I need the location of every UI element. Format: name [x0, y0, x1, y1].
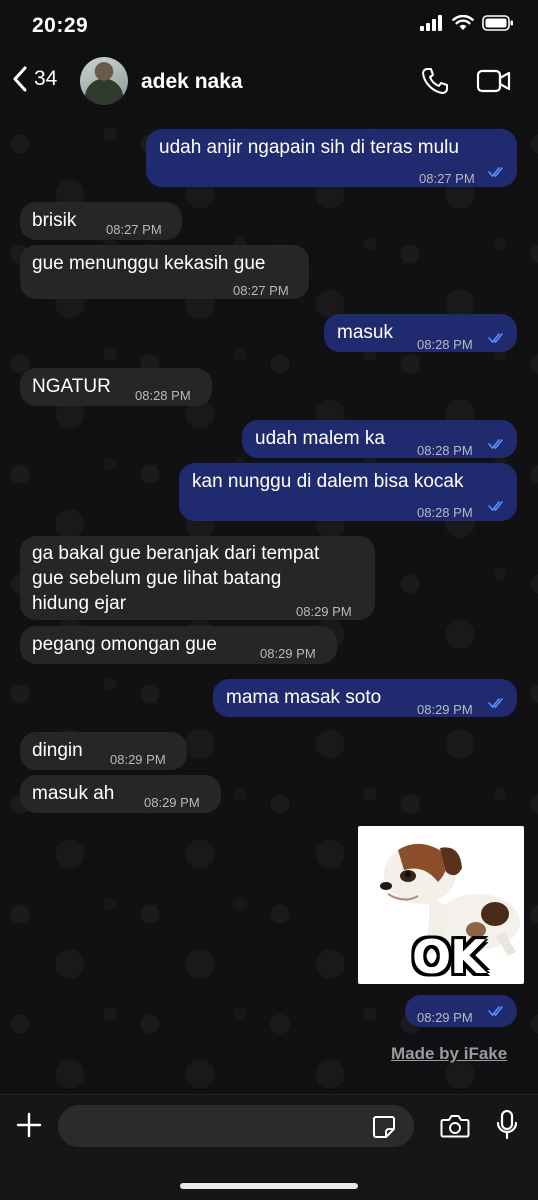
status-time: 20:29	[32, 14, 89, 37]
unread-count: 34	[34, 67, 58, 90]
battery-icon	[482, 15, 513, 31]
message-outgoing[interactable]: mama masak soto 08:29 PM	[213, 679, 517, 717]
message-text: masuk	[337, 322, 393, 343]
message-text: pegang omongan gue	[32, 634, 217, 655]
message-input[interactable]	[58, 1105, 414, 1147]
message-text-line: hidung ejar	[32, 593, 127, 614]
plus-icon[interactable]	[15, 1111, 43, 1139]
double-check-icon	[488, 1006, 503, 1017]
message-incoming[interactable]: NGATUR 08:28 PM	[20, 368, 212, 406]
double-check-icon	[488, 439, 503, 450]
message-time: 08:27 PM	[106, 222, 162, 237]
message-outgoing[interactable]: udah anjir ngapain sih di teras mulu 08:…	[146, 129, 517, 187]
message-time: 08:29 PM	[110, 752, 166, 767]
message-incoming[interactable]: pegang omongan gue 08:29 PM	[20, 626, 337, 664]
message-time: 08:28 PM	[417, 443, 473, 458]
message-text: brisik	[32, 210, 77, 231]
double-check-icon	[488, 167, 503, 178]
message-outgoing[interactable]: udah malem ka 08:28 PM	[242, 420, 517, 458]
message-text: mama masak soto	[226, 687, 382, 708]
double-check-icon	[488, 333, 503, 344]
sticker-icon[interactable]	[372, 1115, 396, 1139]
message-time: 08:29 PM	[417, 702, 473, 717]
message-incoming[interactable]: brisik 08:27 PM	[20, 202, 182, 240]
sticker-image[interactable]: OK	[358, 826, 524, 984]
wifi-icon	[452, 15, 474, 30]
video-camera-icon[interactable]	[476, 68, 512, 94]
message-text: NGATUR	[32, 376, 111, 397]
message-incoming[interactable]: masuk ah 08:29 PM	[20, 775, 221, 813]
message-time: 08:28 PM	[417, 505, 473, 520]
message-text: udah anjir ngapain sih di teras mulu	[159, 137, 459, 158]
message-time: 08:29 PM	[144, 795, 200, 810]
double-check-icon	[488, 501, 503, 512]
camera-icon[interactable]	[440, 1113, 470, 1139]
message-time: 08:27 PM	[233, 283, 289, 298]
message-time: 08:28 PM	[135, 388, 191, 403]
message-time: 08:27 PM	[419, 171, 475, 186]
chat-area[interactable]: udah anjir ngapain sih di teras mulu 08:…	[0, 114, 538, 1094]
message-incoming[interactable]: ga bakal gue beranjak dari tempat gue se…	[20, 536, 375, 620]
message-outgoing[interactable]: kan nunggu di dalem bisa kocak 08:28 PM	[179, 463, 517, 521]
message-outgoing[interactable]: masuk 08:28 PM	[324, 314, 517, 352]
sticker-caption: OK	[412, 930, 486, 984]
status-bar: 20:29	[0, 0, 538, 52]
message-text: udah malem ka	[255, 428, 385, 449]
back-button[interactable]: 34	[12, 66, 57, 92]
message-text: gue menunggu kekasih gue	[32, 253, 266, 274]
home-indicator[interactable]	[180, 1183, 358, 1189]
message-text-line: gue sebelum gue lihat batang	[32, 568, 282, 589]
message-composer	[0, 1094, 538, 1200]
watermark: Made by iFake	[391, 1044, 508, 1063]
signal-icon	[420, 15, 442, 31]
message-time: 08:29 PM	[296, 604, 352, 619]
microphone-icon[interactable]	[496, 1109, 518, 1141]
phone-icon[interactable]	[420, 66, 450, 96]
contact-name[interactable]: adek naka	[141, 70, 243, 94]
chat-header: 34 adek naka	[0, 52, 538, 114]
message-text: masuk ah	[32, 783, 115, 804]
message-time: 08:29 PM	[417, 1010, 473, 1025]
message-time: 08:28 PM	[417, 337, 473, 352]
message-text: dingin	[32, 740, 83, 761]
message-incoming[interactable]: dingin 08:29 PM	[20, 732, 187, 770]
message-incoming[interactable]: gue menunggu kekasih gue 08:27 PM	[20, 245, 309, 299]
double-check-icon	[488, 698, 503, 709]
message-text: kan nunggu di dalem bisa kocak	[192, 471, 464, 492]
sticker-time-badge: 08:29 PM	[405, 995, 517, 1027]
message-time: 08:29 PM	[260, 646, 316, 661]
message-text-line: ga bakal gue beranjak dari tempat	[32, 543, 320, 564]
avatar[interactable]	[80, 57, 128, 105]
back-chevron-icon	[13, 66, 27, 92]
status-icons	[420, 15, 514, 31]
